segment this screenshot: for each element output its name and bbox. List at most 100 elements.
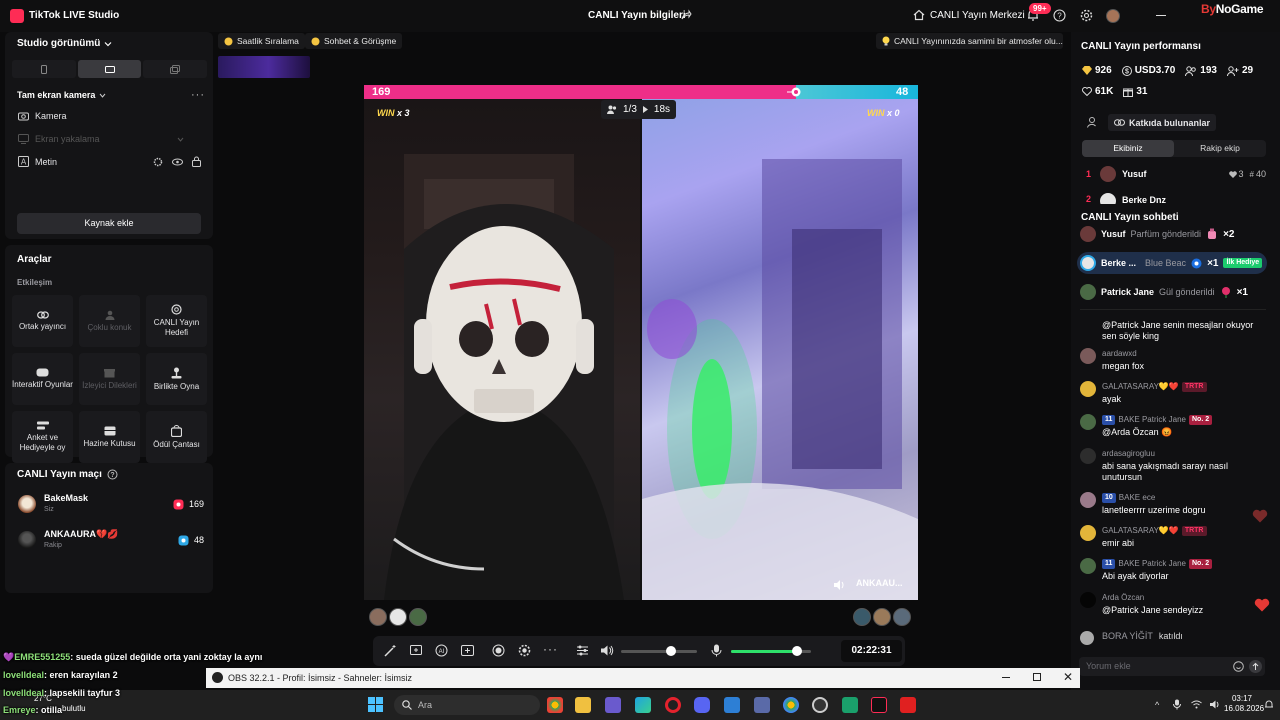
emoji-icon[interactable] (1233, 661, 1244, 672)
mixer-icon[interactable] (576, 644, 589, 657)
avatar[interactable] (853, 608, 871, 626)
portrait-option[interactable] (12, 60, 76, 78)
tiktok-icon[interactable] (871, 697, 887, 713)
minimize-icon[interactable] (1002, 677, 1010, 678)
clock[interactable]: 03:17 16.08.2026 (1224, 694, 1264, 714)
tab-rival-team[interactable]: Rakip ekip (1174, 140, 1266, 157)
help-icon[interactable]: ? (107, 469, 118, 480)
add-source-button[interactable]: Kaynak ekle (17, 213, 201, 234)
chrome-icon[interactable] (783, 697, 799, 713)
tool-treasure-box[interactable]: Hazine Kutusu (79, 411, 140, 463)
avatar[interactable] (1080, 558, 1096, 574)
tool-viewer-wishes[interactable]: İzleyici Dilekleri (79, 353, 140, 405)
add-media-icon[interactable] (461, 644, 474, 657)
chat-call-chip[interactable]: Sohbet & Görüşme (305, 33, 403, 49)
message-user[interactable]: 11 BAKE Patrick Jane No. 2 (1102, 414, 1265, 425)
mic-tray-icon[interactable] (1173, 699, 1181, 710)
wifi-icon[interactable] (1191, 700, 1202, 709)
message-user[interactable]: 10 BAKE ece (1102, 492, 1265, 503)
volume-icon[interactable] (601, 645, 614, 656)
message-user[interactable]: Arda Özcan (1102, 592, 1265, 603)
obs-window-titlebar[interactable]: OBS 32.2.1 - Profil: İsimsiz - Sahneler:… (206, 668, 1080, 688)
edge-icon[interactable] (635, 697, 651, 713)
contributor-row[interactable]: 1 Yusuf 3 #40 (1086, 166, 1266, 182)
tool-live-goal[interactable]: CANLI Yayın Hedefi (146, 295, 207, 347)
lock-icon[interactable] (192, 156, 201, 167)
close-icon[interactable]: ✕ (1063, 670, 1073, 684)
message-user[interactable]: aardawxd (1102, 348, 1265, 359)
volume-tray-icon[interactable] (1210, 700, 1221, 709)
message-user[interactable]: BORA YİĞİT (1102, 631, 1153, 642)
tip-chip[interactable]: CANLI Yayınınızda samimi bir atmosfer ol… (876, 33, 1063, 49)
avatar[interactable] (1080, 448, 1096, 464)
taskbar-search[interactable]: Ara (394, 695, 540, 715)
contributors-button[interactable]: Katkıda bulunanlar (1108, 114, 1217, 131)
opera-icon[interactable] (665, 697, 681, 713)
screen-share-icon[interactable] (410, 644, 423, 657)
settings-icon[interactable] (518, 644, 531, 657)
send-icon[interactable] (1249, 660, 1262, 673)
app-icon[interactable] (754, 697, 770, 713)
minimize-icon[interactable] (1156, 15, 1166, 16)
dual-option[interactable] (143, 60, 208, 78)
hourly-ranking-chip[interactable]: Saatlik Sıralama (218, 33, 305, 49)
help-icon[interactable]: ? (1053, 9, 1066, 22)
record-icon[interactable] (492, 644, 505, 657)
live-center-button[interactable]: CANLI Yayın Merkezi (913, 9, 1025, 21)
obs-icon[interactable] (812, 697, 828, 713)
tool-multi-guest[interactable]: Çoklu konuk (79, 295, 140, 347)
chrome-icon[interactable] (547, 697, 563, 713)
avatar[interactable] (1080, 592, 1096, 608)
teams-icon[interactable] (605, 697, 621, 713)
avatar[interactable] (1080, 414, 1096, 430)
contributor-row[interactable]: 2 Berke Dnz (1086, 192, 1266, 204)
eye-icon[interactable] (172, 157, 183, 167)
tool-play-together[interactable]: Birlikte Oyna (146, 353, 207, 405)
scene-dropdown[interactable]: Tam ekran kamera (17, 90, 106, 100)
avatar[interactable] (369, 608, 387, 626)
youtube-icon[interactable] (900, 697, 916, 713)
tool-interactive-games[interactable]: İnteraktif Oyunlar (12, 353, 73, 405)
avatar[interactable] (1080, 381, 1096, 397)
ai-effects-icon[interactable]: AI (435, 644, 448, 657)
app-icon[interactable] (842, 697, 858, 713)
user-settings-icon[interactable] (1087, 116, 1099, 128)
microphone-icon[interactable] (711, 644, 722, 657)
tool-co-host[interactable]: Ortak yayıncı (12, 295, 73, 347)
promo-banner[interactable] (218, 56, 310, 78)
settings-icon[interactable] (153, 157, 163, 167)
notifications-icon[interactable] (1264, 699, 1274, 710)
avatar[interactable] (1080, 348, 1096, 364)
profile-avatar[interactable] (1106, 9, 1120, 23)
more-options-icon[interactable]: ··· (191, 89, 205, 101)
avatar[interactable] (873, 608, 891, 626)
tool-reward-bag[interactable]: Ödül Çantası (146, 411, 207, 463)
tray-chevron-icon[interactable]: ^ (1155, 700, 1159, 710)
avatar[interactable] (893, 608, 911, 626)
message-user[interactable]: GALATASARAY💛❤️ TRTR (1102, 525, 1265, 536)
source-screen-capture[interactable]: Ekran yakalama (18, 134, 184, 144)
source-text[interactable]: A Metin (18, 156, 57, 167)
avatar[interactable] (409, 608, 427, 626)
magic-wand-icon[interactable] (384, 644, 397, 657)
settings-gear-icon[interactable] (1080, 9, 1093, 22)
landscape-option[interactable] (77, 60, 142, 78)
avatar[interactable] (389, 608, 407, 626)
share-icon[interactable] (680, 9, 692, 21)
avatar[interactable] (1080, 525, 1096, 541)
avatar[interactable] (1080, 492, 1096, 508)
message-user[interactable]: 11 BAKE Patrick Jane No. 2 (1102, 558, 1265, 569)
live-info-title[interactable]: CANLI Yayın bilgileri (588, 10, 686, 21)
avatar[interactable] (1080, 631, 1094, 645)
discord-icon[interactable] (694, 697, 710, 713)
source-camera[interactable]: Kamera (18, 111, 67, 121)
maximize-icon[interactable] (1033, 673, 1041, 681)
speaker-icon[interactable] (834, 580, 845, 590)
windows-start-icon[interactable] (368, 697, 383, 712)
message-user[interactable]: GALATASARAY💛❤️ TRTR (1102, 381, 1265, 392)
tool-poll[interactable]: Anket ve Hediyeyle oy (12, 411, 73, 463)
mic-slider-handle[interactable] (791, 646, 802, 656)
file-explorer-icon[interactable] (575, 697, 591, 713)
more-icon[interactable]: ··· (543, 642, 558, 656)
volume-slider[interactable] (621, 650, 697, 653)
